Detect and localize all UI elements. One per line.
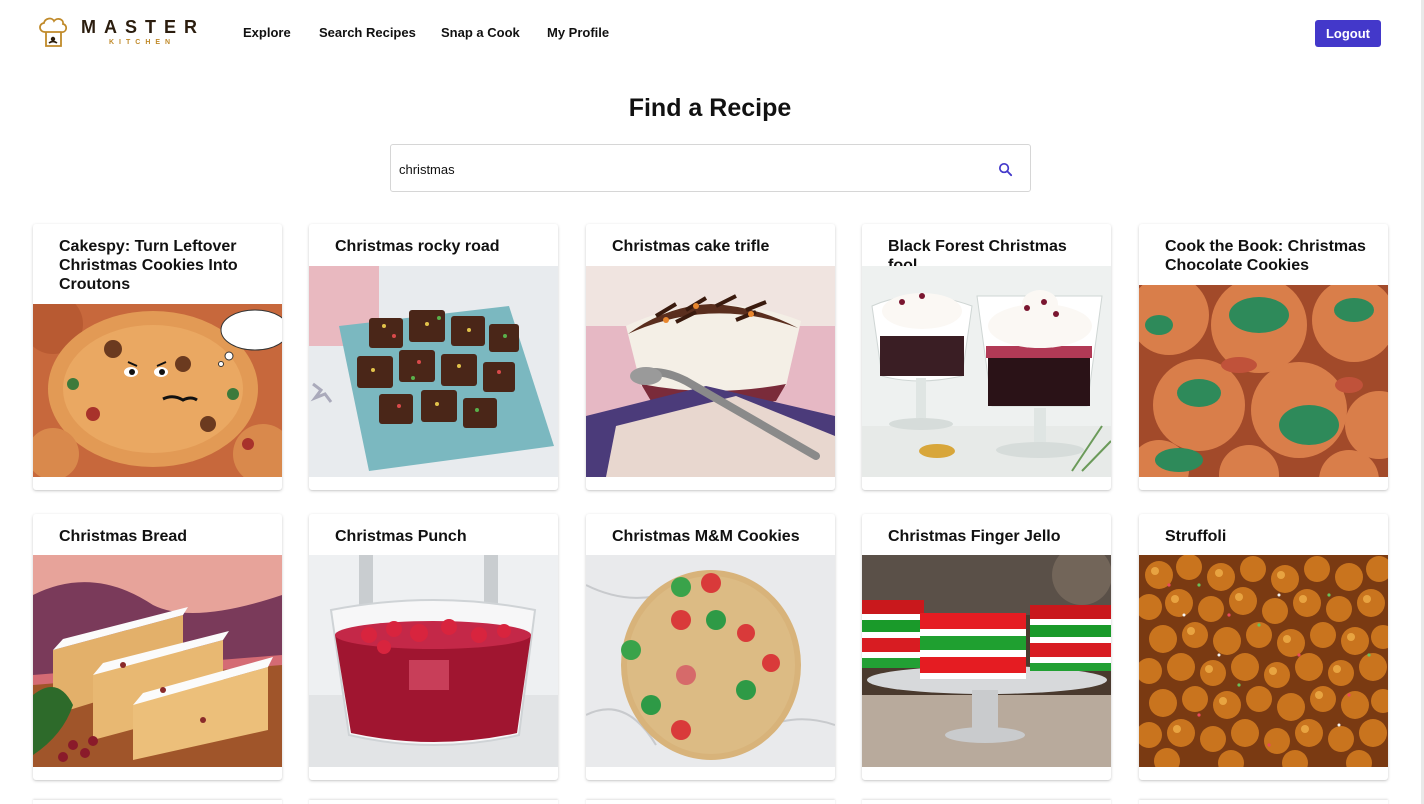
recipe-title: Christmas rocky road: [335, 238, 500, 255]
recipe-card-peek: [1139, 800, 1388, 804]
brand-subname: KITCHEN: [109, 39, 176, 46]
search-icon[interactable]: [997, 161, 1014, 178]
recipe-title: Cook the Book: Christmas Chocolate Cooki…: [1165, 238, 1366, 274]
recipe-title: Struffoli: [1165, 528, 1227, 545]
recipe-card[interactable]: Christmas Punch: [309, 514, 558, 780]
brand-logo[interactable]: MASTER KITCHEN: [36, 14, 208, 52]
search-bar: [390, 144, 1031, 192]
mm-cookie-image: [586, 555, 835, 767]
nav-explore[interactable]: Explore: [243, 25, 291, 40]
logout-button[interactable]: Logout: [1315, 20, 1381, 47]
recipe-title: Christmas Bread: [59, 528, 188, 545]
punch-glass-image: [309, 555, 558, 767]
recipe-title: Christmas Finger Jello: [888, 528, 1061, 545]
recipe-card-peek: [586, 800, 835, 804]
recipe-title: Christmas Punch: [335, 528, 467, 545]
recipe-card[interactable]: Christmas Finger Jello: [862, 514, 1111, 780]
trifle-image: [586, 266, 835, 477]
nav-my-profile[interactable]: My Profile: [547, 25, 609, 40]
recipe-card[interactable]: Cook the Book: Christmas Chocolate Cooki…: [1139, 224, 1388, 490]
recipe-card[interactable]: Black Forest Christmas fool: [862, 224, 1111, 490]
page-title: Find a Recipe: [628, 94, 792, 122]
finger-jello-image: [862, 555, 1111, 767]
navbar: MASTER KITCHEN Explore Search Recipes Sn…: [0, 0, 1424, 68]
chef-hat-logo-icon: [39, 17, 68, 47]
recipe-card-peek: [862, 800, 1111, 804]
chocolate-cookies-image: [1139, 285, 1388, 477]
search-input[interactable]: [399, 157, 979, 181]
stollen-bread-image: [33, 555, 282, 767]
recipe-card[interactable]: Christmas Bread: [33, 514, 282, 780]
nav-snap-a-cook[interactable]: Snap a Cook: [441, 25, 520, 40]
struffoli-image: [1139, 555, 1388, 767]
recipe-title: Christmas cake trifle: [612, 238, 770, 255]
nav-search-recipes[interactable]: Search Recipes: [319, 25, 416, 40]
recipe-card-peek: [33, 800, 282, 804]
recipe-title: Christmas M&M Cookies: [612, 528, 800, 545]
recipe-card[interactable]: Christmas M&M Cookies: [586, 514, 835, 780]
recipe-card[interactable]: Cakespy: Turn Leftover Christmas Cookies…: [33, 224, 282, 490]
brand-name: MASTER: [81, 17, 205, 37]
recipe-card[interactable]: Christmas cake trifle: [586, 224, 835, 490]
rocky-road-image: [309, 266, 558, 477]
fool-dessert-image: [862, 266, 1111, 477]
recipe-card-peek: [309, 800, 558, 804]
recipe-title: Cakespy: Turn Leftover Christmas Cookies…: [59, 238, 238, 293]
recipe-card[interactable]: Struffoli: [1139, 514, 1388, 780]
page: MASTER KITCHEN Explore Search Recipes Sn…: [0, 0, 1424, 804]
cookie-croutons-image: [33, 304, 282, 477]
recipe-card[interactable]: Christmas rocky road: [309, 224, 558, 490]
